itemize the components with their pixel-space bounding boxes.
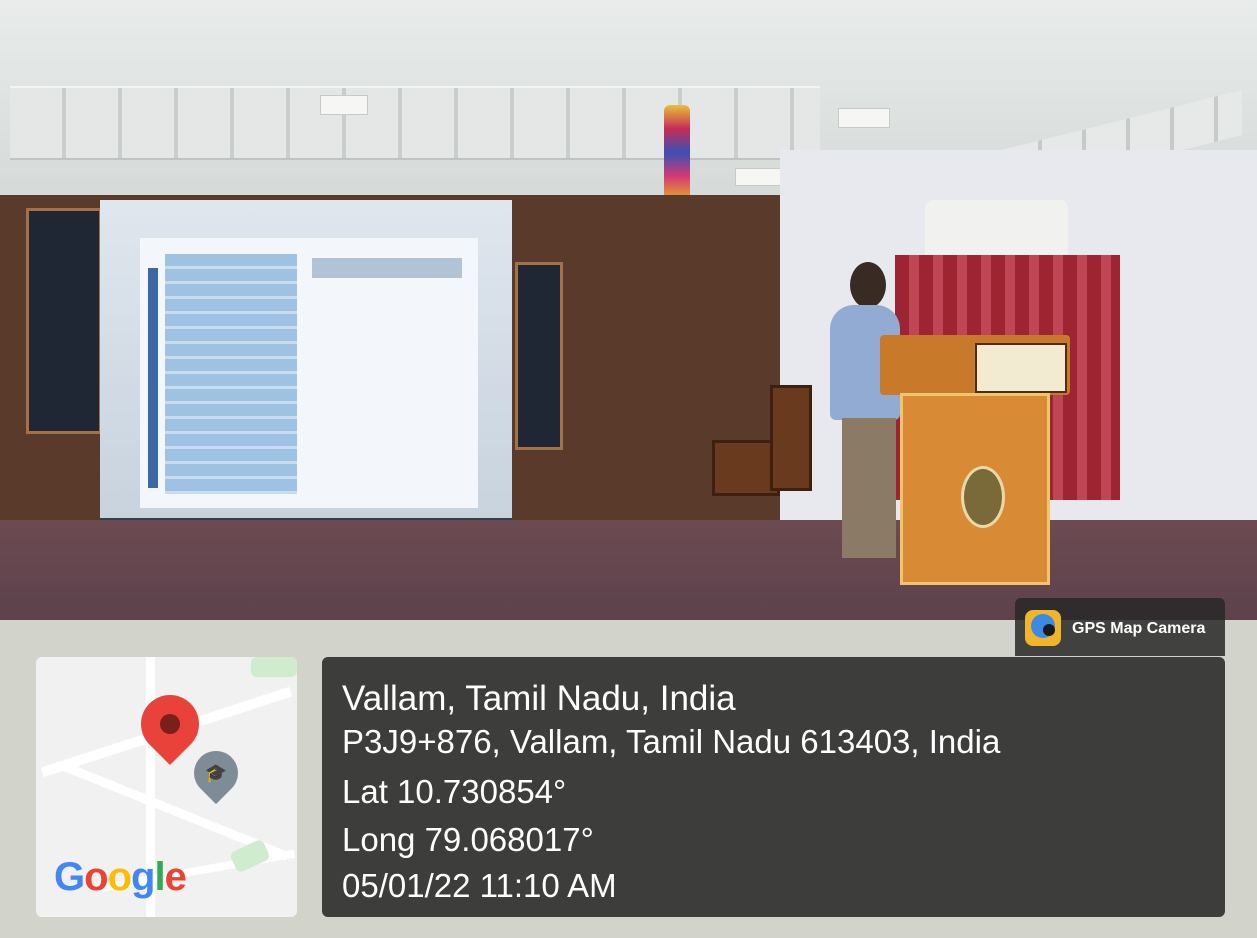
emblem [961,466,1005,528]
address-line: P3J9+876, Vallam, Tamil Nadu 613403, Ind… [342,723,1001,760]
projected-slide [140,238,478,508]
google-letter: g [131,855,155,899]
location-info-panel: Vallam, Tamil Nadu, India P3J9+876, Vall… [322,657,1225,917]
google-letter: o [84,855,108,899]
wall-panel [26,208,102,434]
datetime: 05/01/22 11:10 AM [342,867,617,904]
slide-heading [312,258,462,278]
location-title: Vallam, Tamil Nadu, India [342,679,736,718]
ceiling-light [838,108,890,128]
google-logo: Google [54,855,187,900]
podium-sign [975,343,1067,393]
badge-icon-lens [1031,614,1055,638]
latitude: Lat 10.730854° [342,773,567,810]
gps-map-camera-badge: GPS Map Camera [1015,598,1225,656]
gps-map-camera-icon [1025,610,1061,646]
speaker-head [850,262,886,308]
badge-icon-dot [1043,624,1055,636]
map-pin-icon [128,682,212,766]
podium-body [900,393,1050,585]
ceiling-light [320,95,368,115]
ceiling-vent-left [10,86,820,160]
google-letter: l [154,855,165,899]
school-icon: 🎓 [204,763,228,784]
app-name: GPS Map Camera [1072,620,1206,637]
google-letter: o [107,855,132,899]
hanging-decoration [664,105,690,200]
longitude: Long 79.068017° [342,821,594,858]
slide-arrow [148,268,158,488]
podium [880,335,1070,585]
google-letter: G [54,855,85,899]
slide-list [165,254,297,494]
ceiling-light [735,168,781,186]
map-park [251,657,297,677]
chair [770,385,812,491]
map-thumbnail: 🎓 Google [36,657,297,917]
pin-dot [160,714,180,734]
wall-panel [515,262,563,450]
google-letter: e [164,855,187,899]
